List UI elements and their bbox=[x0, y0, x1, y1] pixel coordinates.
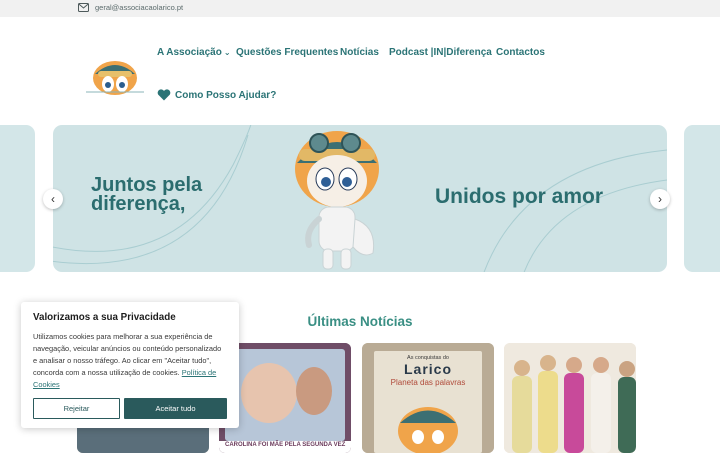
nav-item-label: A Associação bbox=[157, 47, 222, 58]
larico-mascot-illustration bbox=[295, 131, 379, 270]
news-card-caption: CAROLINA FOI MÃE PELA SEGUNDA VEZ bbox=[225, 442, 346, 448]
chevron-left-icon: ‹ bbox=[51, 192, 55, 206]
book-subtitle: Planeta das palavras bbox=[390, 378, 466, 387]
help-label: Como Posso Ajudar? bbox=[175, 89, 277, 101]
cookie-title: Valorizamos a sua Privacidade bbox=[33, 312, 176, 323]
cookie-body: Utilizamos cookies para melhorar a sua e… bbox=[33, 332, 222, 389]
cookie-buttons: Rejeitar Aceitar tudo bbox=[33, 398, 227, 419]
nav-item-news[interactable]: Notícias bbox=[340, 47, 379, 58]
nav-item-faq[interactable]: Questões Frequentes bbox=[236, 47, 338, 58]
news-card[interactable]: As conquistas do Larico Planeta das pala… bbox=[362, 343, 494, 453]
reject-cookies-button[interactable]: Rejeitar bbox=[33, 398, 120, 419]
top-bar: geral@associacaolarico.pt bbox=[0, 0, 720, 17]
envelope-icon bbox=[78, 3, 89, 12]
hero-slide: Juntos pela diferença, Unidos por amor bbox=[53, 125, 667, 272]
site-logo[interactable] bbox=[86, 56, 144, 96]
news-photo bbox=[504, 343, 636, 453]
main-navigation: A Associação ⌄ Questões Frequentes Notíci… bbox=[0, 47, 720, 61]
hero-left-heading: Juntos pela diferença, bbox=[91, 174, 203, 215]
contact-email[interactable]: geral@associacaolarico.pt bbox=[95, 3, 183, 12]
heart-icon bbox=[157, 89, 171, 101]
accept-all-cookies-button[interactable]: Aceitar tudo bbox=[124, 398, 227, 419]
hero-right-heading: Unidos por amor bbox=[435, 185, 604, 208]
chevron-right-icon: › bbox=[658, 192, 662, 206]
previous-slide-peek bbox=[0, 125, 35, 272]
help-link[interactable]: Como Posso Ajudar? bbox=[157, 88, 276, 102]
nav-item-associacao[interactable]: A Associação ⌄ bbox=[157, 47, 231, 58]
cookie-consent-dialog: Valorizamos a sua Privacidade Utilizamos… bbox=[21, 302, 239, 428]
nav-item-podcast[interactable]: Podcast |IN|Diferença bbox=[389, 47, 492, 58]
news-card[interactable] bbox=[504, 343, 636, 453]
next-slide-peek bbox=[684, 125, 720, 272]
book-title: Larico bbox=[403, 361, 452, 377]
nav-item-contacts[interactable]: Contactos bbox=[496, 47, 545, 58]
chevron-down-icon: ⌄ bbox=[223, 48, 231, 57]
slider-prev-button[interactable]: ‹ bbox=[43, 189, 63, 209]
slider-next-button[interactable]: › bbox=[650, 189, 670, 209]
